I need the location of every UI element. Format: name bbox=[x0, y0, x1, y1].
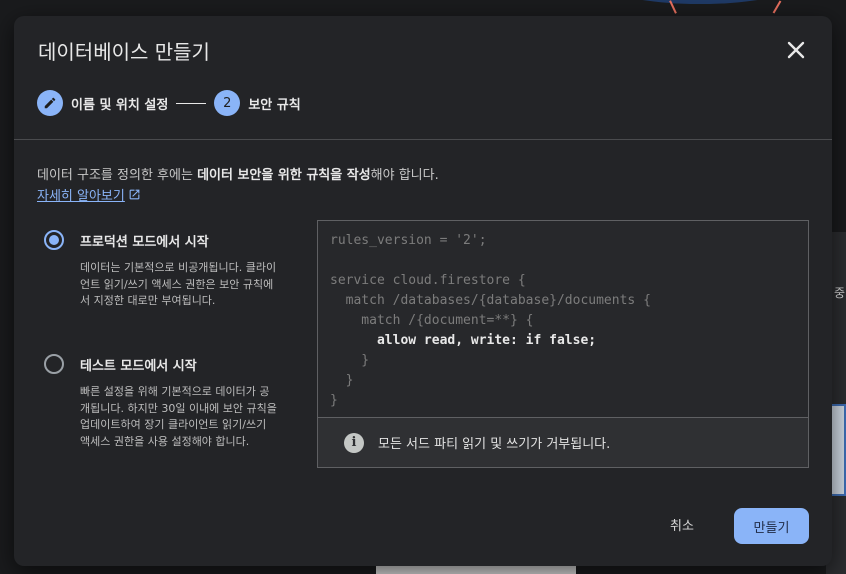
description-bold-text: 데이터 보안을 위한 규칙을 작성 bbox=[197, 168, 371, 183]
code-line: } bbox=[330, 373, 354, 388]
learn-more-label: 자세히 알아보기 bbox=[37, 189, 125, 204]
code-line: match /{document=**} { bbox=[330, 313, 534, 328]
external-link-icon bbox=[129, 189, 140, 200]
step-2-label: 보안 규칙 bbox=[248, 97, 301, 113]
cancel-button[interactable]: 취소 bbox=[654, 509, 710, 539]
rules-info-text: 모든 서드 파티 읽기 및 쓰기가 거부됩니다. bbox=[378, 437, 611, 452]
step-connector bbox=[176, 102, 207, 104]
close-button[interactable] bbox=[784, 38, 808, 62]
rules-code: rules_version = '2'; service cloud.fires… bbox=[330, 231, 651, 411]
test-mode-title: 테스트 모드에서 시작 bbox=[80, 359, 197, 374]
code-line: } bbox=[330, 393, 338, 408]
rules-info-banner: i 모든 서드 파티 읽기 및 쓰기가 거부됩니다. bbox=[318, 417, 808, 467]
create-button[interactable]: 만들기 bbox=[734, 508, 809, 544]
info-icon: i bbox=[344, 432, 364, 453]
code-line: rules_version = '2'; bbox=[330, 233, 487, 248]
pencil-icon bbox=[44, 97, 56, 109]
description-text-end: 해야 합니다. bbox=[370, 168, 439, 183]
rules-code-preview: rules_version = '2'; service cloud.fires… bbox=[317, 220, 809, 468]
production-mode-radio[interactable] bbox=[44, 230, 64, 250]
learn-more-link[interactable]: 자세히 알아보기 bbox=[37, 185, 141, 204]
create-database-dialog: 데이터베이스 만들기 이름 및 위치 설정 2 보안 규칙 데이터 구조를 정의… bbox=[14, 16, 832, 566]
background-card bbox=[830, 404, 846, 496]
code-line: match /databases/{database}/documents { bbox=[330, 293, 651, 308]
background-decoration bbox=[772, 0, 782, 14]
production-mode-description: 데이터는 기본적으로 비공개됩니다. 클라이언트 읽기/쓰기 액세스 권한은 보… bbox=[80, 261, 277, 307]
step-1-label: 이름 및 위치 설정 bbox=[71, 97, 169, 113]
step-2-marker: 2 bbox=[214, 90, 241, 116]
production-mode-title: 프로덕션 모드에서 시작 bbox=[80, 235, 209, 250]
code-line: } bbox=[330, 353, 370, 368]
test-mode-radio[interactable] bbox=[44, 354, 64, 374]
stepper: 이름 및 위치 설정 2 보안 규칙 bbox=[37, 90, 301, 116]
background-banner-shape bbox=[600, 0, 800, 4]
security-description: 데이터 구조를 정의한 후에는 데이터 보안을 위한 규칙을 작성해야 합니다. bbox=[37, 164, 439, 183]
dialog-title: 데이터베이스 만들기 bbox=[38, 40, 210, 64]
code-line-highlighted: allow read, write: if false; bbox=[330, 333, 597, 348]
header-divider bbox=[14, 139, 832, 140]
test-mode-description: 빠른 설정을 위해 기본적으로 데이터가 공개됩니다. 하지만 30일 이내에 … bbox=[80, 385, 277, 448]
description-text: 데이터 구조를 정의한 후에는 bbox=[37, 168, 198, 183]
code-line: service cloud.firestore { bbox=[330, 273, 526, 288]
close-icon bbox=[787, 41, 805, 59]
step-1-marker bbox=[37, 90, 63, 116]
background-side-text: 중 bbox=[834, 286, 846, 300]
